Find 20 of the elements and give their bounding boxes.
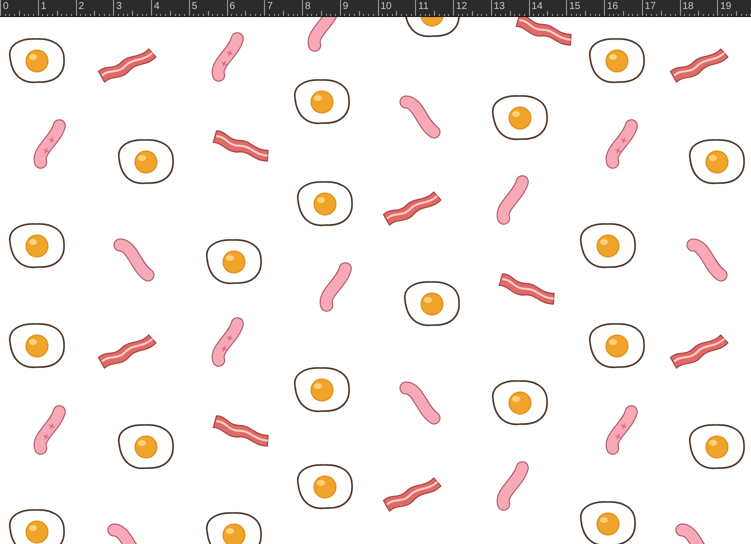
ruler-label: 2 (78, 1, 84, 13)
ruler-label: 7 (267, 1, 273, 13)
ruler-label: 19 (720, 1, 732, 13)
ruler-label: 5 (192, 1, 198, 13)
ruler-label: 13 (494, 1, 505, 13)
ruler-label: 11 (418, 1, 429, 13)
ruler-label: 4 (154, 1, 160, 13)
ruler-label: 18 (682, 1, 694, 13)
ruler-label: 10 (380, 1, 392, 13)
ruler-label: 9 (342, 1, 348, 13)
ruler-label: 14 (532, 1, 543, 13)
ruler-label: 16 (607, 1, 618, 13)
ruler-label: 8 (305, 1, 311, 13)
ruler-label: 15 (569, 1, 580, 13)
ruler-label: 17 (644, 1, 656, 13)
ruler-label: 12 (456, 1, 468, 13)
ruler-label: 1 (40, 1, 46, 13)
ruler-label: 3 (116, 1, 122, 13)
ruler-label: 6 (230, 1, 236, 13)
ruler-label: 0 (3, 1, 9, 13)
